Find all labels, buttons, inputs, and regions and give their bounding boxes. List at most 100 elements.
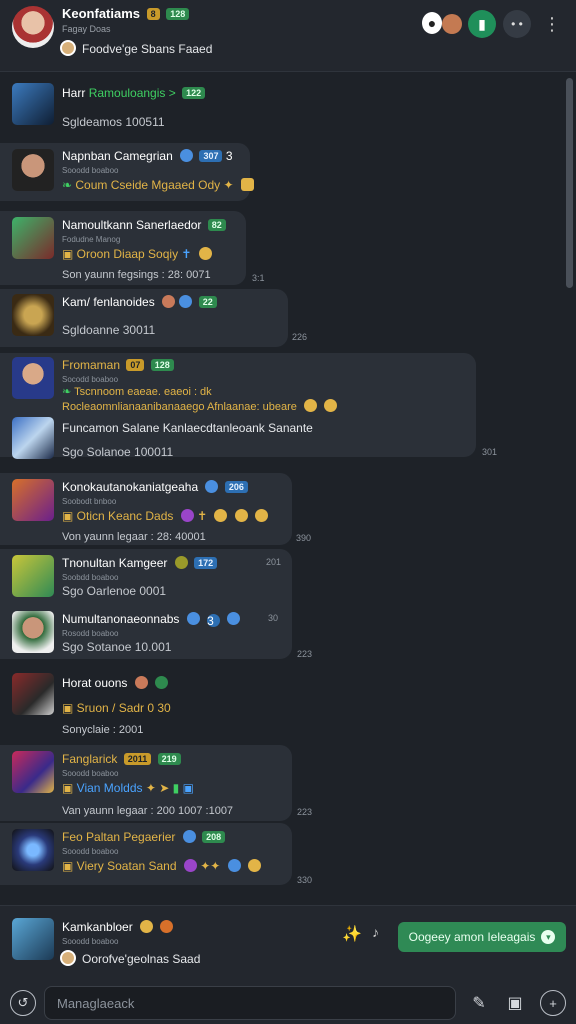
message-subtext: Sgo Solanoe 100011 xyxy=(62,445,174,459)
message-input[interactable] xyxy=(44,986,456,1020)
list-item: Tnonultan Kamgeer 172 Soobdd boaboo Sgo … xyxy=(0,553,566,605)
verified-icon xyxy=(227,612,241,625)
message-author: Tnonultan Kamgeer 172 xyxy=(62,556,218,570)
message-meta: Fodudne Manog xyxy=(62,235,121,244)
author-name: Feo Paltan Pegaerier xyxy=(62,830,176,844)
author-name: Napnban Camegrian xyxy=(62,149,173,163)
list-item: Namoultkann Sanerlaedor 82 Fodudne Manog… xyxy=(0,215,566,287)
join-button[interactable]: Oogeey amon Ieleagais ▾ xyxy=(398,922,566,952)
message-text: ▣ Vian Moldds ✦ ➤ ▮ ▣ xyxy=(62,781,194,795)
avatar[interactable] xyxy=(12,294,54,336)
gift-icon: ▣ xyxy=(62,247,77,261)
avatar[interactable] xyxy=(12,149,54,191)
list-item: Harr Ramouloangis > 122 Sgldeamos 100511 xyxy=(0,81,566,141)
smile-emoji-icon xyxy=(248,859,262,872)
list-item: Konokautanokaniatgeaha 206 Soobodt bnboo… xyxy=(0,477,566,547)
avatar[interactable] xyxy=(12,918,54,960)
list-item: Numultanonaeonnabs 3 Rosodd boaboo Sgo S… xyxy=(0,609,566,661)
more-dots-icon[interactable]: • • xyxy=(503,10,531,38)
avatar[interactable] xyxy=(12,751,54,793)
message-subtext: Son yaunn fegsings : 28: 0071 xyxy=(62,269,211,281)
gold-badge: 2011 xyxy=(123,753,152,765)
avatar[interactable] xyxy=(12,83,54,125)
message-text-body: Oroon Diaap Soqiy xyxy=(76,247,179,261)
verified-icon xyxy=(179,295,193,308)
kebab-menu-icon[interactable]: ⋮ xyxy=(542,10,562,38)
message-meta: Soobdd boaboo xyxy=(62,573,119,582)
smile-emoji-icon xyxy=(140,920,154,933)
footer-author: Kamkanbloer xyxy=(62,920,174,934)
purple-emoji-icon xyxy=(180,509,194,522)
add-icon[interactable]: + xyxy=(540,990,566,1016)
avatar[interactable] xyxy=(12,555,54,597)
status-emoji-icon xyxy=(60,40,76,56)
channel-name-text: Keonfatiams xyxy=(62,6,141,21)
box-icon xyxy=(240,178,254,191)
message-author: Konokautanokaniatgeaha 206 xyxy=(62,480,248,494)
level-badge: 82 xyxy=(207,219,226,231)
pen-icon[interactable]: ✎ xyxy=(466,990,492,1016)
level-badge: 128 xyxy=(150,359,174,371)
level-badge: 208 xyxy=(202,831,226,843)
gift-icon: ▣ xyxy=(62,859,77,873)
avatar[interactable] xyxy=(12,611,54,653)
message-meta: Sooodd boaboo xyxy=(62,166,119,175)
purple-emoji-icon xyxy=(183,859,197,872)
mini-avatar[interactable] xyxy=(442,14,462,34)
message-text: Sgo Oarlenoe 0001 xyxy=(62,584,167,598)
scrollbar[interactable] xyxy=(566,78,573,288)
face-icon xyxy=(174,556,188,569)
sparkle-icon: ✦ ➤ xyxy=(145,781,170,795)
avatar[interactable] xyxy=(12,479,54,521)
author-name: Fromaman xyxy=(62,358,121,372)
footer-meta: Sooodd boaboo xyxy=(62,937,119,946)
message-meta: Rosodd boaboo xyxy=(62,629,119,638)
level-badge: 3 xyxy=(207,614,221,628)
party-popper-icon[interactable]: ✨ xyxy=(342,924,362,944)
sticker-icon[interactable]: ▣ xyxy=(502,990,528,1016)
leaf-icon: ❧ xyxy=(62,178,76,192)
message-text: ❧ Tscnnoom eaeae. eaeoi : dk xyxy=(62,385,212,398)
author-extra: 3 xyxy=(225,149,233,163)
avatar[interactable] xyxy=(12,357,54,399)
history-icon[interactable]: ↺ xyxy=(10,990,36,1016)
music-note-icon[interactable]: ♪ xyxy=(372,924,379,940)
message-text: ▣ Oticn Keanc Dads ✝ xyxy=(62,509,269,523)
timestamp: 223 xyxy=(297,807,313,817)
sparkle-icon: ✦ xyxy=(223,178,234,192)
avatar[interactable] xyxy=(12,829,54,871)
channel-name: Keonfatiams 8 128 xyxy=(62,6,190,21)
green-action-button[interactable]: ▮ xyxy=(468,10,496,38)
coin-icon xyxy=(198,247,212,260)
message-list[interactable]: Harr Ramouloangis > 122 Sgldeamos 100511… xyxy=(0,73,566,905)
level-badge: 307 xyxy=(199,150,223,162)
message-text-body: Rocleaomnlianaanibanaaego Afnlaanae: ube… xyxy=(62,401,297,413)
status-emoji-icon xyxy=(60,950,76,966)
message-subtext: Von yaunn legaar : 28: 40001 xyxy=(62,531,206,543)
list-item: Horat ouons ▣ Sruon / Sadr 0 30 Sonyclai… xyxy=(0,671,566,743)
level-badge: 128 xyxy=(166,8,190,20)
message-meta: Sooodd boaboo xyxy=(62,847,119,856)
avatar[interactable] xyxy=(12,217,54,259)
author-name: Harr xyxy=(62,86,86,100)
footer-status: Oorofve'geolnas Saad xyxy=(82,952,201,966)
avatar[interactable] xyxy=(12,417,54,459)
message-text: ▣ Sruon / Sadr 0 30 xyxy=(62,701,171,715)
box-icon: ▣ xyxy=(182,781,194,795)
message-text-body: Coum Cseide Mgaaed Ody xyxy=(75,178,221,192)
message-author: Feo Paltan Pegaerier 208 xyxy=(62,830,226,844)
message-meta: Sooodd boaboo xyxy=(62,769,119,778)
message-text-body: Oticn Keanc Dads xyxy=(76,509,174,523)
level-badge: 219 xyxy=(157,753,181,765)
chat-bubble-icon[interactable]: ● xyxy=(422,12,442,34)
message-meta: Soobodt bnboo xyxy=(62,497,117,506)
message-subtext: Sonyclaie : 2001 xyxy=(62,724,144,736)
author-name: Konokautanokaniatgeaha xyxy=(62,480,199,494)
author-name: Namoultkann Sanerlaedor xyxy=(62,218,202,232)
timestamp: 330 xyxy=(297,875,313,885)
avatar[interactable] xyxy=(12,673,54,715)
verified-icon xyxy=(180,149,194,162)
timestamp: 223 xyxy=(297,649,313,659)
channel-avatar[interactable] xyxy=(12,6,54,48)
smile-emoji-icon xyxy=(255,509,269,522)
